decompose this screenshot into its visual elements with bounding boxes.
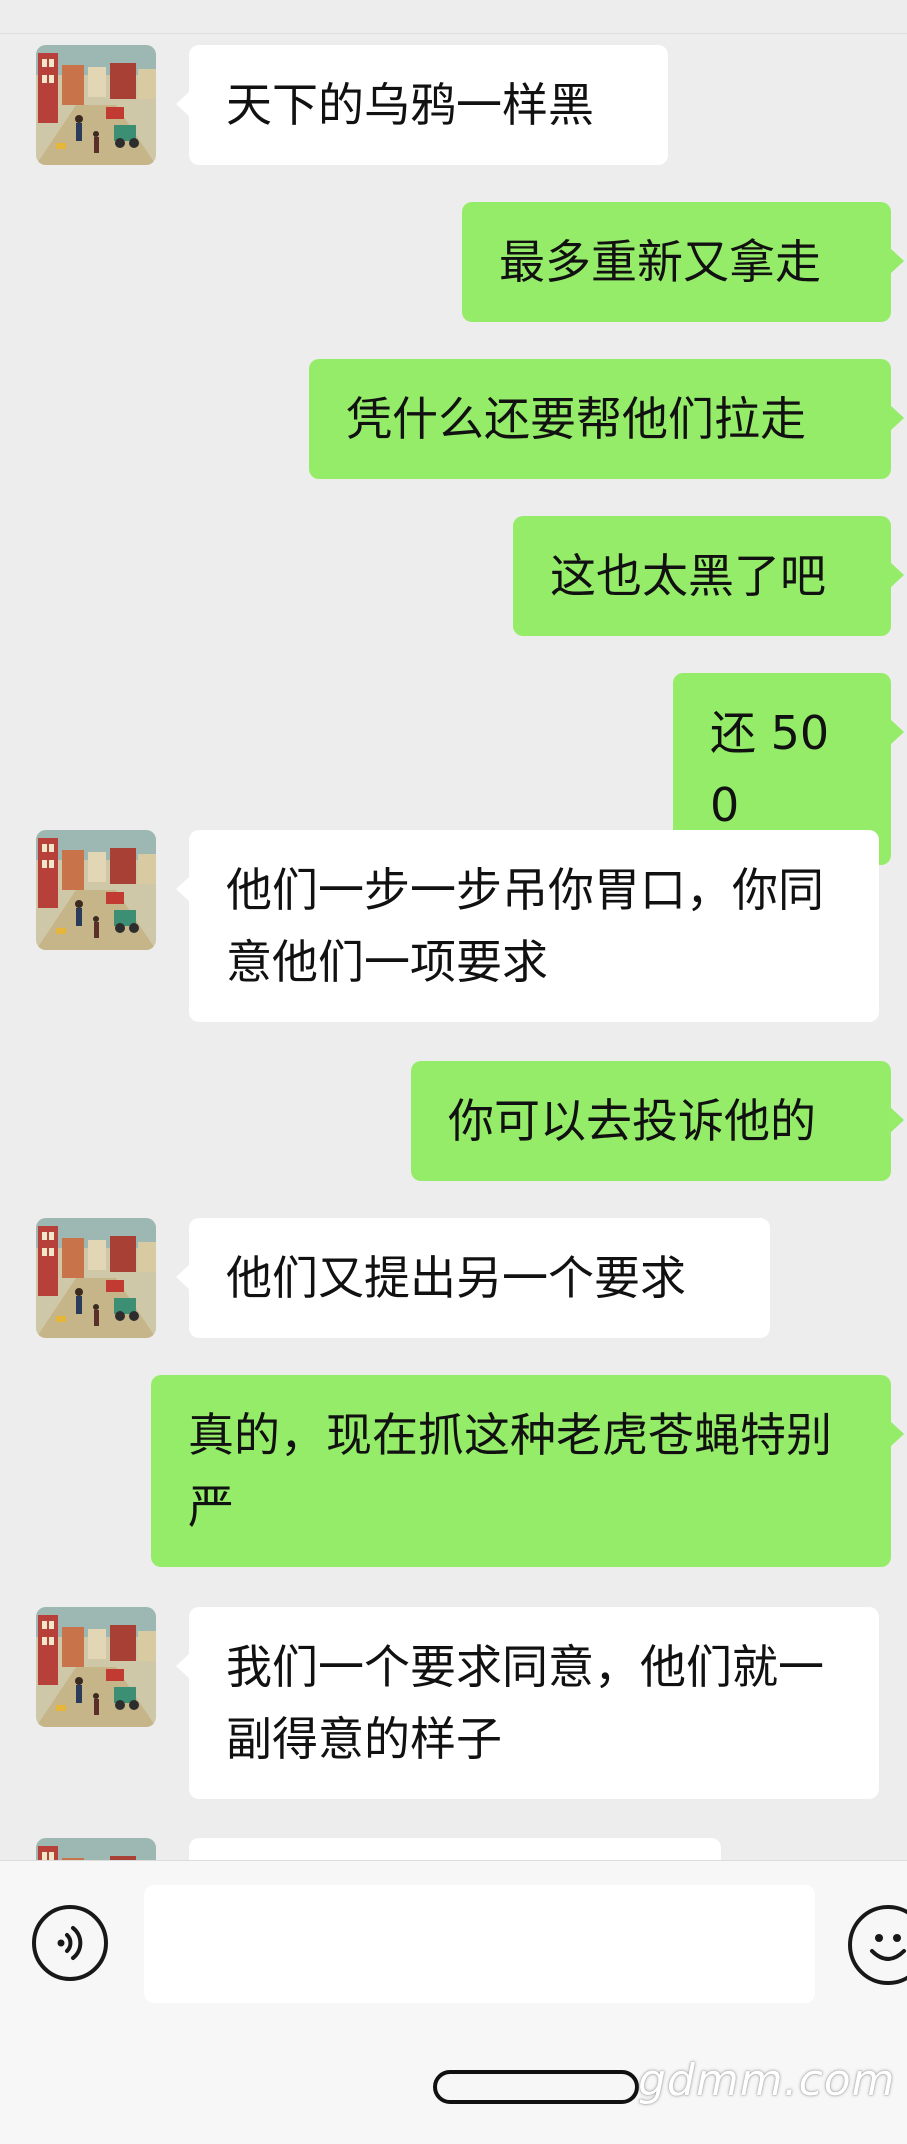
emoji-button[interactable]	[848, 1905, 907, 1985]
message-text: 他们又提出另一个要求	[226, 1251, 686, 1305]
incoming-message[interactable]: 他们一步一步吊你胃口，你同意他们一项要求	[176, 830, 879, 1022]
outgoing-message[interactable]: 凭什么还要帮他们拉走	[309, 359, 904, 479]
outgoing-message[interactable]: 这也太黑了吧	[513, 516, 904, 636]
message-text: 天下的乌鸦一样黑	[226, 78, 594, 132]
message-composer: gdmm.com	[0, 1860, 907, 2144]
voice-input-button[interactable]	[32, 1905, 108, 1981]
incoming-message[interactable]: 我们一个要求同意，他们就一副得意的样子	[176, 1607, 879, 1799]
outgoing-message[interactable]: 真的，现在抓这种老虎苍蝇特别严	[151, 1375, 904, 1567]
message-text: 他们一步一步吊你胃口，你同意他们一项要求	[226, 863, 824, 989]
contact-avatar[interactable]	[36, 45, 156, 165]
message-text: 凭什么还要帮他们拉走	[346, 392, 806, 446]
contact-avatar[interactable]	[36, 1607, 156, 1727]
message-input[interactable]	[144, 1885, 815, 2003]
message-text: 我们一个要求同意，他们就一副得意的样子	[226, 1640, 824, 1766]
contact-avatar[interactable]	[36, 1838, 156, 1860]
message-text: 最多重新又拿走	[499, 235, 821, 289]
message-text: 真的，现在抓这种老虎苍蝇特别严	[188, 1408, 832, 1534]
emoji-icon	[870, 1934, 906, 1961]
outgoing-message[interactable]: 最多重新又拿走	[462, 202, 904, 322]
contact-avatar[interactable]	[36, 1218, 156, 1338]
contact-avatar[interactable]	[36, 830, 156, 950]
chat-message-list[interactable]: 天下的乌鸦一样黑 最多重新又拿走 凭什么还要帮他们拉走 这也太黑了吧 还 500…	[0, 0, 907, 1860]
voice-input-icon	[57, 1926, 83, 1960]
top-divider	[0, 33, 907, 34]
watermark-text: gdmm.com	[638, 2055, 896, 2106]
message-text: 还 500	[710, 706, 830, 832]
home-indicator[interactable]	[433, 2070, 639, 2104]
outgoing-message[interactable]: 你可以去投诉他的	[411, 1061, 904, 1181]
incoming-message[interactable]	[189, 1838, 721, 1860]
incoming-message[interactable]: 他们又提出另一个要求	[176, 1218, 770, 1338]
message-text: 你可以去投诉他的	[448, 1094, 816, 1148]
message-text: 这也太黑了吧	[550, 549, 826, 603]
incoming-message[interactable]: 天下的乌鸦一样黑	[176, 45, 668, 165]
